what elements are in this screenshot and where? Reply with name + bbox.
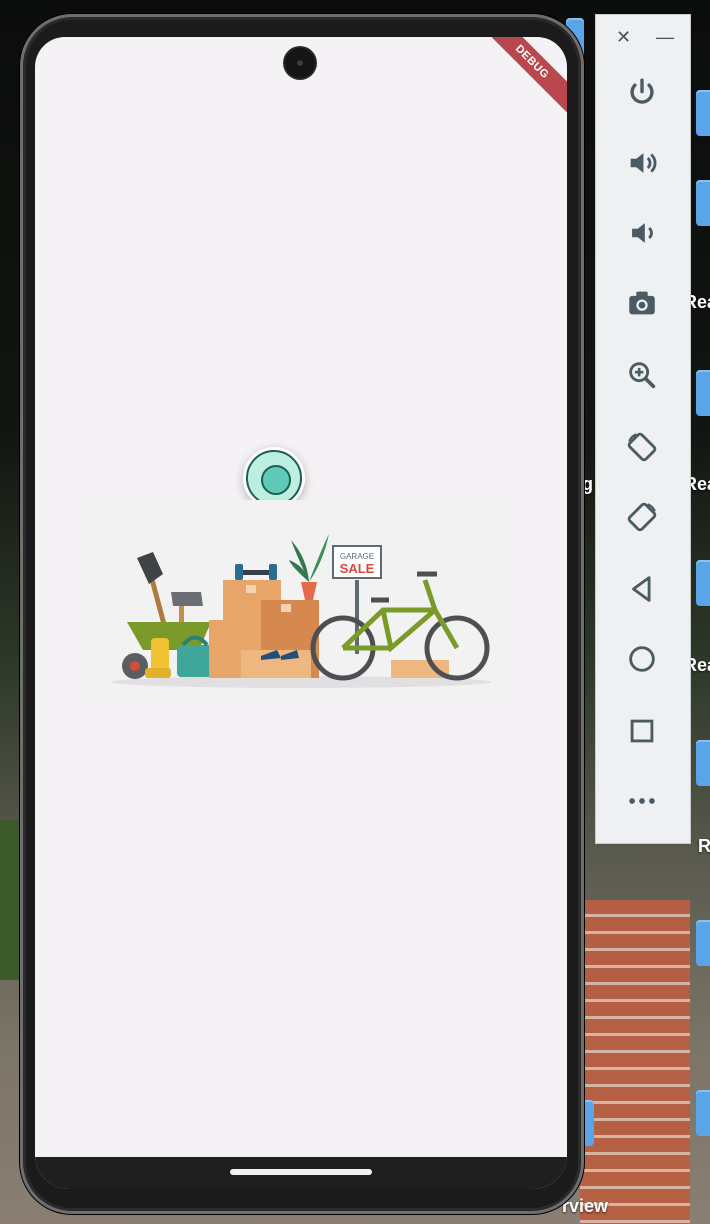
potted-plant-icon [289, 534, 329, 600]
rotate-left-icon [627, 432, 657, 462]
panel-titlebar: ✕ — [596, 15, 690, 59]
volume-down-icon [632, 223, 653, 243]
desktop-folder-icon[interactable] [696, 560, 710, 606]
desktop-folder-icon[interactable] [696, 740, 710, 786]
back-button[interactable] [620, 567, 664, 611]
desktop-folder-icon[interactable] [696, 920, 710, 966]
screenshot-button[interactable] [620, 281, 664, 325]
emulator-control-panel: ✕ — [595, 14, 691, 844]
desktop-label: rview [562, 1196, 609, 1216]
overview-button[interactable] [620, 709, 664, 753]
desktop-brick-path [580, 900, 690, 1224]
volume-up-icon [630, 153, 657, 173]
overview-square-icon [630, 719, 654, 743]
gesture-bar [35, 1157, 567, 1189]
debug-banner: DEBUG [478, 37, 567, 116]
close-icon[interactable]: ✕ [616, 27, 631, 48]
desktop-folder-icon[interactable] [696, 1090, 710, 1136]
desktop-label: R [698, 836, 710, 856]
desktop-grass [0, 820, 22, 980]
home-circle-icon [629, 646, 655, 672]
rotate-right-button[interactable] [620, 495, 664, 539]
phone-screen[interactable]: DEBUG GARAGE SALE [35, 37, 567, 1189]
garage-sale-illustration-svg: GARAGE SALE [111, 534, 491, 688]
volume-down-button[interactable] [620, 211, 664, 255]
garage-sale-illustration: GARAGE SALE [91, 500, 511, 695]
minimize-icon[interactable]: — [656, 27, 674, 48]
desktop-folder-icon[interactable] [696, 90, 710, 136]
camera-icon [629, 291, 655, 315]
volume-up-button[interactable] [620, 141, 664, 185]
loading-ring [246, 450, 302, 506]
power-button[interactable] [620, 71, 664, 115]
front-camera-icon [285, 48, 315, 78]
rotate-left-button[interactable] [620, 425, 664, 469]
sign-line-2: SALE [340, 561, 375, 576]
power-icon [630, 78, 654, 104]
more-button[interactable] [620, 779, 664, 823]
shovel-icon [137, 552, 168, 630]
sign-line-1: GARAGE [340, 552, 374, 561]
home-pill[interactable] [230, 1169, 372, 1175]
home-button[interactable] [620, 637, 664, 681]
back-triangle-icon [632, 576, 651, 602]
zoom-in-icon [629, 362, 656, 389]
desktop-folder-icon[interactable] [696, 180, 710, 226]
rotate-right-icon [627, 502, 657, 532]
desktop-folder-icon[interactable] [696, 370, 710, 416]
dumbbell-icon [235, 564, 277, 580]
zoom-button[interactable] [620, 353, 664, 397]
more-dots-icon [629, 798, 655, 804]
loading-core [261, 465, 291, 495]
